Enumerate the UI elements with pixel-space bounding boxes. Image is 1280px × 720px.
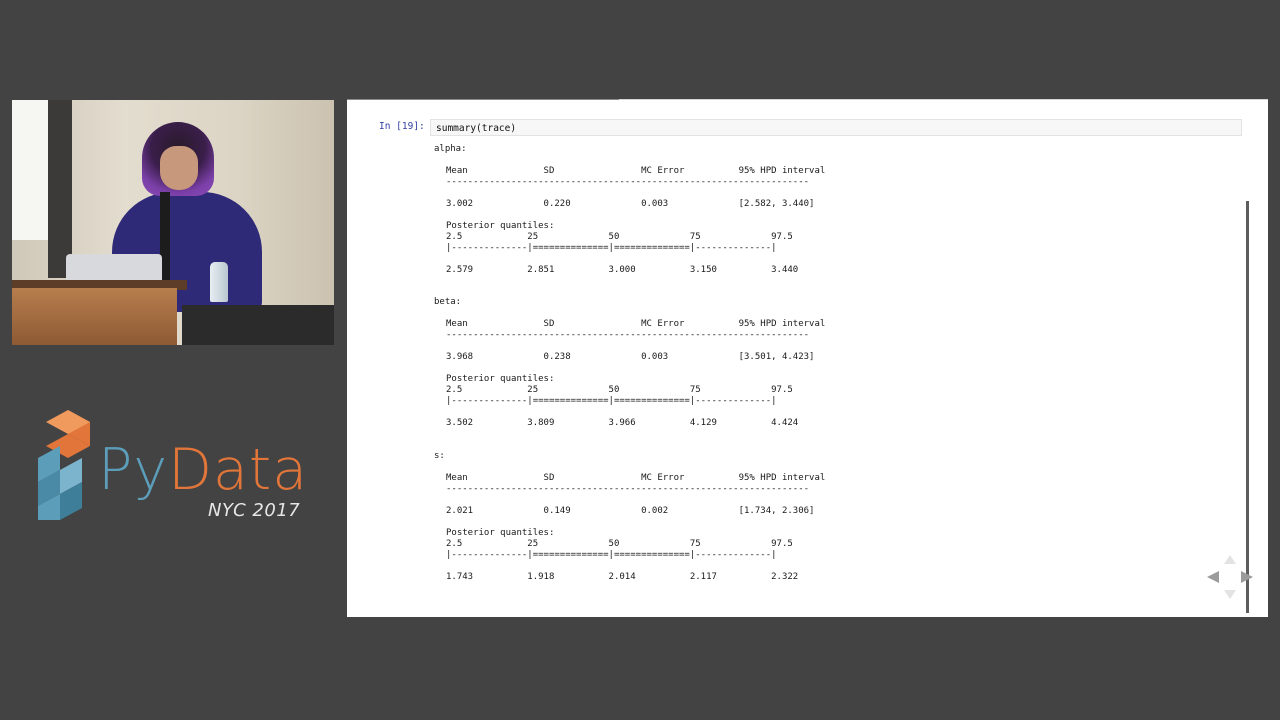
param-name: beta: xyxy=(434,297,462,307)
pydata-cube-icon xyxy=(38,410,90,520)
quantiles-values: 1.743 1.918 2.014 2.117 2.322 xyxy=(446,572,799,582)
stats-values: 3.002 0.220 0.003 [2.582, 3.440] xyxy=(446,199,815,209)
stats-values: 3.968 0.238 0.003 [3.501, 4.423] xyxy=(446,352,815,362)
quantiles-label: Posterior quantiles: xyxy=(446,374,555,384)
speaker-video xyxy=(12,100,334,345)
pydata-wordmark: PyData xyxy=(98,437,309,503)
cell-prompt: In [19]: xyxy=(379,121,425,132)
stats-header: Mean SD MC Error 95% HPD interval xyxy=(446,473,826,483)
event-city-year: NYC 2017 xyxy=(208,500,301,521)
nav-right-arrow-icon[interactable] xyxy=(1241,571,1253,583)
param-name: s: xyxy=(434,451,445,461)
quantiles-bar: |--------------|==============|=========… xyxy=(446,396,777,406)
scrollbar[interactable] xyxy=(1246,201,1249,613)
quantiles-values: 3.502 3.809 3.966 4.129 4.424 xyxy=(446,418,799,428)
quantiles-values: 2.579 2.851 3.000 3.150 3.440 xyxy=(446,265,799,275)
param-name: alpha: xyxy=(434,144,467,154)
quantiles-bar: |--------------|==============|=========… xyxy=(446,550,777,560)
stats-divider: ----------------------------------------… xyxy=(446,484,810,494)
quantiles-header: 2.5 25 50 75 97.5 xyxy=(446,385,793,395)
stats-header: Mean SD MC Error 95% HPD interval xyxy=(446,319,826,329)
quantiles-header: 2.5 25 50 75 97.5 xyxy=(446,232,793,242)
quantiles-label: Posterior quantiles: xyxy=(446,528,555,538)
stats-divider: ----------------------------------------… xyxy=(446,177,810,187)
quantiles-label: Posterior quantiles: xyxy=(446,221,555,231)
code-text: summary(trace) xyxy=(436,123,517,134)
pydata-logo: PyData NYC 2017 xyxy=(38,410,318,525)
code-cell-input[interactable]: summary(trace) xyxy=(430,119,1242,136)
stats-divider: ----------------------------------------… xyxy=(446,330,810,340)
quantiles-bar: |--------------|==============|=========… xyxy=(446,243,777,253)
stats-values: 2.021 0.149 0.002 [1.734, 2.306] xyxy=(446,506,815,516)
stats-header: Mean SD MC Error 95% HPD interval xyxy=(446,166,826,176)
nav-up-arrow-icon[interactable] xyxy=(1224,555,1236,564)
nav-down-arrow-icon[interactable] xyxy=(1224,590,1236,599)
quantiles-header: 2.5 25 50 75 97.5 xyxy=(446,539,793,549)
nav-left-arrow-icon[interactable] xyxy=(1207,571,1219,583)
notebook-slide: In [19]: summary(trace) alpha: Mean SD M… xyxy=(347,99,1268,617)
slide-navigation xyxy=(1205,555,1255,605)
